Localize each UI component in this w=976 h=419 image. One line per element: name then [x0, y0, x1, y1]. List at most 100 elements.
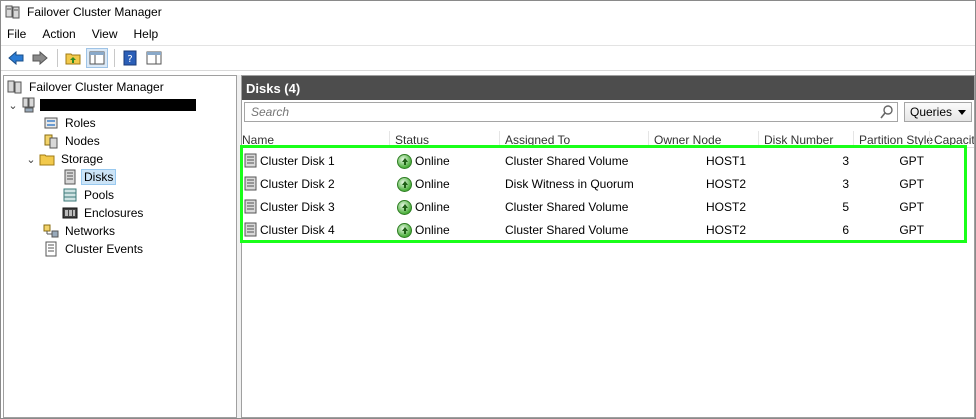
menu-action[interactable]: Action [42, 27, 75, 41]
queries-button[interactable]: Queries [904, 102, 972, 122]
disk-owner-node: HOST1 [706, 154, 747, 168]
column-header-capacity[interactable]: Capacity [934, 133, 974, 147]
action-pane-icon [146, 51, 162, 65]
disk-status: Online [415, 200, 450, 214]
tree-root[interactable]: Failover Cluster Manager [7, 78, 167, 96]
tree-item-label: Roles [65, 116, 96, 130]
toolbar-separator [114, 49, 115, 67]
disk-assigned-to: Cluster Shared Volume [505, 223, 629, 237]
table-row[interactable]: Cluster Disk 2 Online Disk Witness in Qu… [242, 173, 974, 196]
column-separator[interactable] [389, 131, 390, 148]
tree-item-label: Networks [65, 224, 116, 238]
tree-item-pools[interactable]: Pools [62, 186, 117, 204]
disk-partition-style: GPT [899, 154, 924, 168]
svg-text:?: ? [127, 54, 132, 65]
disk-status: Online [415, 223, 450, 237]
disk-partition-style: GPT [899, 223, 924, 237]
column-header-owner-node[interactable]: Owner Node [654, 133, 721, 147]
cluster-events-icon [43, 241, 59, 257]
online-status-icon [397, 200, 412, 215]
column-separator[interactable] [929, 131, 930, 148]
cluster-icon [21, 97, 37, 113]
caret-down-icon [958, 110, 966, 115]
arrow-right-icon [32, 51, 48, 65]
forward-button[interactable] [29, 48, 51, 68]
tree-item-networks[interactable]: Networks [43, 222, 118, 240]
show-hide-action-pane-button[interactable] [143, 48, 165, 68]
column-header-assigned-to[interactable]: Assigned To [505, 133, 570, 147]
title-bar: Failover Cluster Manager [1, 1, 975, 23]
search-input[interactable] [251, 105, 871, 119]
tree-item-storage[interactable]: ⌄ Storage [25, 150, 106, 168]
folder-up-icon [65, 53, 81, 65]
results-pane: Disks (4) Queries Name Status Assigned T… [241, 75, 975, 418]
search-icon[interactable] [880, 105, 894, 119]
enclosures-icon [62, 205, 78, 221]
tree-item-label: Nodes [65, 134, 100, 148]
column-separator[interactable] [758, 131, 759, 148]
storage-folder-icon [39, 151, 55, 167]
nodes-icon [43, 133, 59, 149]
online-status-icon [397, 177, 412, 192]
disk-partition-style: GPT [899, 200, 924, 214]
console-tree: Failover Cluster Manager ⌄ Roles Nodes ⌄ [3, 75, 237, 418]
cluster-disk-icon [244, 222, 258, 237]
section-header: Disks (4) [242, 76, 974, 100]
tree-item-nodes[interactable]: Nodes [43, 132, 103, 150]
table-row[interactable]: Cluster Disk 4 Online Cluster Shared Vol… [242, 219, 974, 242]
tree-item-disks[interactable]: Disks [62, 168, 117, 186]
chevron-down-icon[interactable]: ⌄ [25, 153, 37, 166]
column-header-disk-number[interactable]: Disk Number [764, 133, 833, 147]
cluster-disk-icon [244, 153, 258, 168]
tree-item-roles[interactable]: Roles [43, 114, 99, 132]
column-header-partition-style[interactable]: Partition Style [859, 133, 933, 147]
disk-owner-node: HOST2 [706, 200, 747, 214]
menu-view[interactable]: View [92, 27, 118, 41]
cluster-manager-icon [5, 4, 21, 20]
up-folder-button[interactable] [62, 48, 84, 68]
column-header-status[interactable]: Status [395, 133, 429, 147]
menu-bar: File Action View Help [1, 23, 975, 44]
disk-number: 3 [842, 154, 849, 168]
disk-owner-node: HOST2 [706, 223, 747, 237]
disk-assigned-to: Cluster Shared Volume [505, 200, 629, 214]
column-separator[interactable] [648, 131, 649, 148]
disk-partition-style: GPT [899, 177, 924, 191]
table-row[interactable]: Cluster Disk 3 Online Cluster Shared Vol… [242, 196, 974, 219]
table-row[interactable]: Cluster Disk 1 Online Cluster Shared Vol… [242, 150, 974, 173]
tree-root-label: Failover Cluster Manager [29, 80, 164, 94]
disk-name: Cluster Disk 4 [260, 223, 335, 237]
column-header-name[interactable]: Name [242, 133, 274, 147]
disk-name: Cluster Disk 3 [260, 200, 335, 214]
tree-item-enclosures[interactable]: Enclosures [62, 204, 146, 222]
disk-assigned-to: Cluster Shared Volume [505, 154, 629, 168]
tree-item-label: Storage [61, 152, 104, 166]
disk-name: Cluster Disk 2 [260, 177, 335, 191]
cluster-manager-icon [7, 79, 23, 95]
online-status-icon [397, 223, 412, 238]
disk-status: Online [415, 154, 450, 168]
help-button[interactable]: ? [119, 48, 141, 68]
disk-number: 5 [842, 200, 849, 214]
disk-assigned-to: Disk Witness in Quorum [505, 177, 634, 191]
column-separator[interactable] [853, 131, 854, 148]
chevron-down-icon[interactable]: ⌄ [7, 99, 19, 112]
tree-item-cluster-events[interactable]: Cluster Events [43, 240, 146, 258]
tree-item-label: Pools [84, 188, 115, 202]
disk-number: 3 [842, 177, 849, 191]
menu-help[interactable]: Help [134, 27, 159, 41]
disk-status: Online [415, 177, 450, 191]
show-hide-console-tree-button[interactable] [86, 48, 108, 68]
search-box [244, 102, 898, 122]
roles-icon [43, 115, 59, 131]
back-button[interactable] [5, 48, 27, 68]
disk-name: Cluster Disk 1 [260, 154, 335, 168]
app-window: Failover Cluster Manager File Action Vie… [0, 0, 976, 419]
menu-file[interactable]: File [7, 27, 26, 41]
online-status-icon [397, 154, 412, 169]
help-icon: ? [123, 50, 137, 66]
pools-icon [62, 187, 78, 203]
tree-item-label: Cluster Events [65, 242, 144, 256]
tree-cluster[interactable]: ⌄ [7, 96, 196, 114]
column-separator[interactable] [499, 131, 500, 148]
